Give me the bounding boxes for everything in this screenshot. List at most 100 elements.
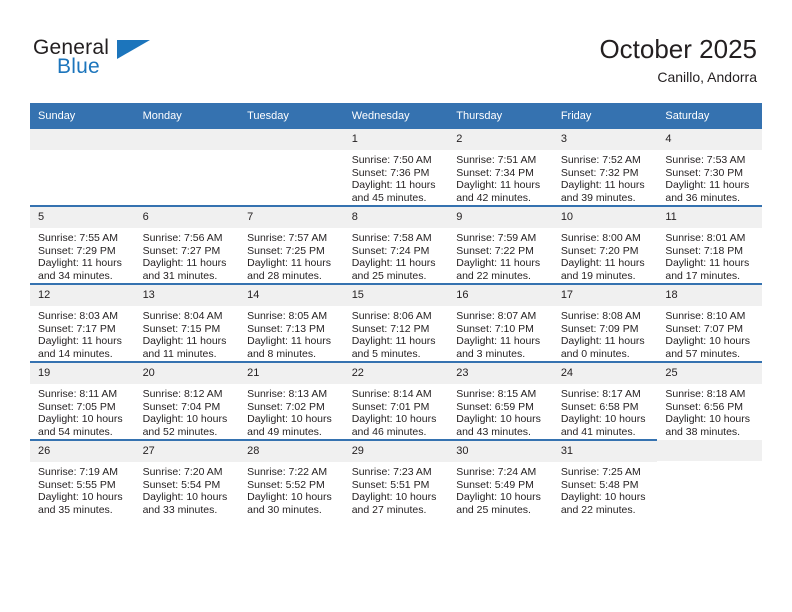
sunset-text: Sunset: 6:58 PM [560, 400, 639, 413]
daylight-text: Daylight: 11 hours and 22 minutes. [456, 257, 541, 282]
calendar-day-cell[interactable]: 28 Sunrise: 7:22 AM Sunset: 5:52 PM Dayligh… [239, 439, 344, 517]
sunset-text: Sunset: 7:04 PM [142, 400, 221, 413]
calendar-day-cell[interactable]: 11 Sunrise: 8:01 AM Sunset: 7:18 PM Dayligh… [657, 205, 762, 284]
daylight-text: Daylight: 11 hours and 34 minutes. [38, 257, 122, 282]
day-details: Sunrise: 7:56 AM Sunset: 7:27 PM Daylight:… [135, 228, 240, 282]
day-details: Sunrise: 8:18 AM Sunset: 6:56 PM Daylight:… [657, 384, 762, 438]
day-number: 14 [239, 285, 344, 306]
sunrise-text: Sunrise: 7:56 AM [142, 232, 223, 244]
sunset-text: Sunset: 7:05 PM [38, 400, 116, 413]
daylight-text: Daylight: 11 hours and 11 minutes. [142, 335, 227, 360]
sunset-text: Sunset: 5:52 PM [247, 478, 325, 491]
day-number: 10 [552, 207, 658, 228]
sunset-text: Sunset: 7:13 PM [247, 322, 325, 335]
calendar-day-cell[interactable]: 27 Sunrise: 7:20 AM Sunset: 5:54 PM Dayligh… [134, 439, 240, 517]
calendar-day-cell[interactable]: 1 Sunrise: 7:50 AM Sunset: 7:36 PM Daylight… [343, 129, 449, 206]
calendar-day-cell[interactable]: 17 Sunrise: 8:08 AM Sunset: 7:09 PM Dayligh… [552, 283, 658, 362]
day-number: 6 [134, 207, 240, 228]
page-header: General Blue October 2025 Canillo, Andor… [0, 0, 792, 100]
calendar-day-cell[interactable]: 14 Sunrise: 8:05 AM Sunset: 7:13 PM Dayligh… [239, 283, 344, 362]
sunrise-text: Sunrise: 7:50 AM [351, 154, 432, 166]
sunrise-text: Sunrise: 8:00 AM [560, 232, 641, 244]
weekday-header-saturday: Saturday [657, 103, 762, 129]
calendar-week-row: 5 Sunrise: 7:55 AM Sunset: 7:29 PM Daylight… [30, 205, 762, 284]
calendar-day-cell[interactable]: 3 Sunrise: 7:52 AM Sunset: 7:32 PM Daylight… [552, 129, 658, 206]
calendar-day-cell[interactable]: 18 Sunrise: 8:10 AM Sunset: 7:07 PM Dayligh… [657, 283, 762, 362]
sunset-text: Sunset: 5:49 PM [456, 478, 534, 491]
calendar-day-cell[interactable]: 31 Sunrise: 7:25 AM Sunset: 5:48 PM Dayligh… [552, 439, 658, 517]
sunrise-text: Sunrise: 7:58 AM [351, 232, 432, 244]
calendar-cell-empty [30, 129, 135, 206]
sunset-text: Sunset: 7:01 PM [351, 400, 430, 413]
sunset-text: Sunset: 5:48 PM [560, 478, 639, 491]
sunrise-text: Sunrise: 7:22 AM [247, 466, 328, 478]
daylight-text: Daylight: 10 hours and 54 minutes. [38, 413, 123, 438]
sunrise-text: Sunrise: 7:20 AM [142, 466, 223, 478]
sunrise-text: Sunrise: 8:15 AM [456, 388, 537, 400]
day-details: Sunrise: 8:17 AM Sunset: 6:58 PM Daylight:… [553, 384, 658, 438]
day-number: 5 [30, 207, 135, 228]
calendar-week-row: 26 Sunrise: 7:19 AM Sunset: 5:55 PM Dayligh… [30, 439, 762, 517]
calendar-cell-empty [657, 440, 762, 517]
sunset-text: Sunset: 7:09 PM [560, 322, 639, 335]
calendar-day-cell[interactable]: 19 Sunrise: 8:11 AM Sunset: 7:05 PM Dayligh… [30, 361, 135, 440]
calendar-day-cell[interactable]: 12 Sunrise: 8:03 AM Sunset: 7:17 PM Dayligh… [30, 283, 135, 362]
day-details: Sunrise: 7:19 AM Sunset: 5:55 PM Daylight:… [30, 462, 135, 516]
sunrise-text: Sunrise: 8:12 AM [142, 388, 223, 400]
calendar-day-cell[interactable]: 22 Sunrise: 8:14 AM Sunset: 7:01 PM Dayligh… [343, 361, 449, 440]
day-details: Sunrise: 8:07 AM Sunset: 7:10 PM Daylight:… [448, 306, 553, 360]
calendar-day-cell[interactable]: 6 Sunrise: 7:56 AM Sunset: 7:27 PM Daylight… [134, 205, 240, 284]
calendar-day-cell[interactable]: 8 Sunrise: 7:58 AM Sunset: 7:24 PM Daylight… [343, 205, 449, 284]
day-details: Sunrise: 7:24 AM Sunset: 5:49 PM Daylight:… [448, 462, 553, 516]
day-details: Sunrise: 8:00 AM Sunset: 7:20 PM Daylight:… [553, 228, 658, 282]
day-number: 7 [239, 207, 344, 228]
sunrise-text: Sunrise: 8:14 AM [351, 388, 432, 400]
calendar-day-cell[interactable]: 10 Sunrise: 8:00 AM Sunset: 7:20 PM Dayligh… [552, 205, 658, 284]
day-number: 3 [552, 129, 658, 150]
sunrise-text: Sunrise: 7:59 AM [456, 232, 537, 244]
day-details: Sunrise: 8:08 AM Sunset: 7:09 PM Daylight:… [553, 306, 658, 360]
day-number: 31 [552, 441, 658, 462]
sunset-text: Sunset: 7:02 PM [247, 400, 325, 413]
calendar-day-cell[interactable]: 21 Sunrise: 8:13 AM Sunset: 7:02 PM Dayligh… [239, 361, 344, 440]
daylight-text: Daylight: 10 hours and 38 minutes. [665, 413, 751, 438]
day-number: 9 [448, 207, 553, 228]
day-details: Sunrise: 7:53 AM Sunset: 7:30 PM Daylight:… [657, 150, 762, 204]
daylight-text: Daylight: 11 hours and 3 minutes. [456, 335, 541, 360]
day-details: Sunrise: 7:58 AM Sunset: 7:24 PM Daylight:… [344, 228, 449, 282]
day-details: Sunrise: 8:10 AM Sunset: 7:07 PM Daylight:… [657, 306, 762, 360]
daylight-text: Daylight: 10 hours and 35 minutes. [38, 491, 123, 516]
sunset-text: Sunset: 7:07 PM [665, 322, 744, 335]
calendar-day-cell[interactable]: 25 Sunrise: 8:18 AM Sunset: 6:56 PM Dayligh… [657, 361, 762, 440]
calendar-day-cell[interactable]: 7 Sunrise: 7:57 AM Sunset: 7:25 PM Daylight… [239, 205, 344, 284]
calendar-day-cell[interactable]: 23 Sunrise: 8:15 AM Sunset: 6:59 PM Dayligh… [448, 361, 553, 440]
calendar-day-cell[interactable]: 30 Sunrise: 7:24 AM Sunset: 5:49 PM Dayligh… [448, 439, 553, 517]
calendar-day-cell[interactable]: 29 Sunrise: 7:23 AM Sunset: 5:51 PM Dayligh… [343, 439, 449, 517]
day-details: Sunrise: 8:04 AM Sunset: 7:15 PM Daylight:… [135, 306, 240, 360]
calendar-day-cell[interactable]: 16 Sunrise: 8:07 AM Sunset: 7:10 PM Dayligh… [448, 283, 553, 362]
logo-triangle-icon [117, 40, 150, 59]
calendar-day-cell[interactable]: 4 Sunrise: 7:53 AM Sunset: 7:30 PM Daylight… [657, 129, 762, 206]
day-number: 20 [134, 363, 240, 384]
calendar-day-cell[interactable]: 9 Sunrise: 7:59 AM Sunset: 7:22 PM Daylight… [448, 205, 553, 284]
day-details: Sunrise: 8:14 AM Sunset: 7:01 PM Daylight:… [344, 384, 449, 438]
calendar-day-cell[interactable]: 20 Sunrise: 8:12 AM Sunset: 7:04 PM Dayligh… [134, 361, 240, 440]
calendar-day-cell[interactable]: 5 Sunrise: 7:55 AM Sunset: 7:29 PM Daylight… [30, 205, 135, 284]
sunset-text: Sunset: 7:27 PM [142, 244, 221, 257]
calendar-day-cell[interactable]: 2 Sunrise: 7:51 AM Sunset: 7:34 PM Daylight… [448, 129, 553, 206]
day-number: 26 [30, 441, 135, 462]
daylight-text: Daylight: 11 hours and 8 minutes. [247, 335, 331, 360]
calendar-day-cell[interactable]: 26 Sunrise: 7:19 AM Sunset: 5:55 PM Dayligh… [30, 439, 135, 517]
sunrise-text: Sunrise: 8:18 AM [665, 388, 746, 400]
day-details: Sunrise: 7:25 AM Sunset: 5:48 PM Daylight:… [553, 462, 658, 516]
sunrise-text: Sunrise: 7:57 AM [247, 232, 328, 244]
page-title: October 2025 [599, 34, 757, 64]
day-details: Sunrise: 7:59 AM Sunset: 7:22 PM Daylight:… [448, 228, 553, 282]
calendar-day-cell[interactable]: 15 Sunrise: 8:06 AM Sunset: 7:12 PM Dayligh… [343, 283, 449, 362]
sunset-text: Sunset: 7:15 PM [142, 322, 221, 335]
calendar-week-row: 1 Sunrise: 7:50 AM Sunset: 7:36 PM Daylight… [30, 129, 762, 206]
day-number [239, 129, 344, 150]
sunset-text: Sunset: 5:54 PM [142, 478, 221, 491]
calendar-day-cell[interactable]: 24 Sunrise: 8:17 AM Sunset: 6:58 PM Dayligh… [552, 361, 658, 440]
calendar-day-cell[interactable]: 13 Sunrise: 8:04 AM Sunset: 7:15 PM Dayligh… [134, 283, 240, 362]
